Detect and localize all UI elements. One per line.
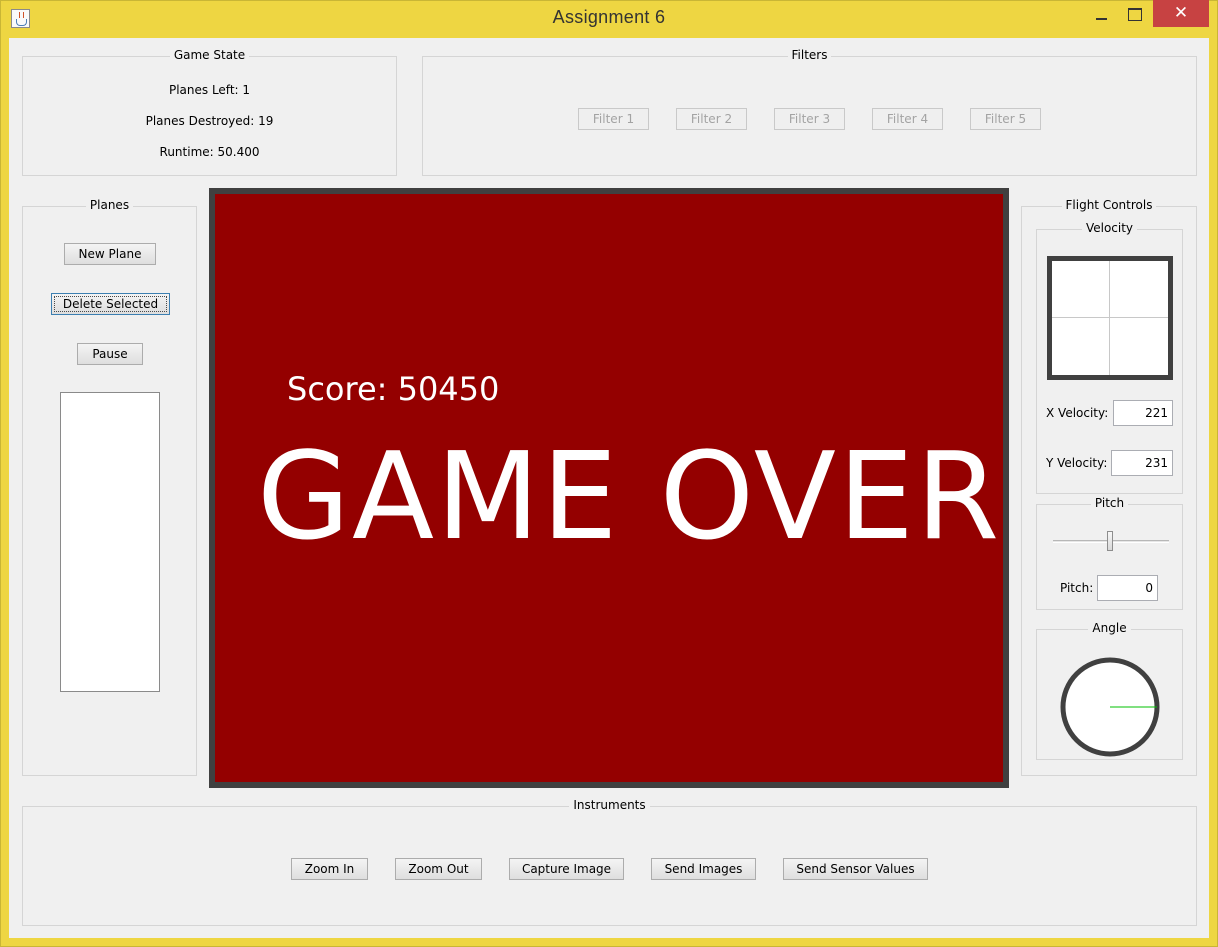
instruments-title: Instruments bbox=[569, 798, 650, 812]
delete-selected-button[interactable]: Delete Selected bbox=[51, 293, 170, 315]
flight-controls-title: Flight Controls bbox=[1061, 198, 1157, 212]
planes-panel: Planes New Plane Delete Selected Pause bbox=[22, 198, 197, 776]
maximize-button[interactable] bbox=[1120, 0, 1148, 27]
game-state-panel: Game State Planes Left: 1 Planes Destroy… bbox=[22, 48, 397, 176]
filter-5-button[interactable]: Filter 5 bbox=[970, 108, 1041, 130]
velocity-crosshair-v bbox=[1109, 261, 1110, 375]
velocity-panel: Velocity X Velocity: 221 Y Velocity: 231 bbox=[1036, 221, 1183, 494]
planes-destroyed-label: Planes Destroyed: 19 bbox=[145, 114, 274, 128]
minimize-icon bbox=[1096, 18, 1107, 20]
y-velocity-field[interactable]: 231 bbox=[1111, 450, 1173, 476]
pause-button[interactable]: Pause bbox=[77, 343, 143, 365]
filters-panel: Filters Filter 1 Filter 2 Filter 3 Filte… bbox=[422, 48, 1197, 176]
score-text: Score: 50450 bbox=[287, 370, 500, 408]
capture-image-button[interactable]: Capture Image bbox=[509, 858, 624, 880]
angle-title: Angle bbox=[1088, 621, 1131, 635]
filter-2-button[interactable]: Filter 2 bbox=[676, 108, 747, 130]
delete-selected-label: Delete Selected bbox=[62, 297, 159, 311]
runtime-label: Runtime: 50.400 bbox=[159, 145, 260, 159]
x-velocity-field[interactable]: 221 bbox=[1113, 400, 1173, 426]
angle-dial[interactable] bbox=[1059, 656, 1161, 758]
send-images-button[interactable]: Send Images bbox=[651, 858, 756, 880]
planes-title: Planes bbox=[85, 198, 134, 212]
close-button[interactable]: ✕ bbox=[1153, 0, 1209, 27]
game-over-text: GAME OVER bbox=[257, 428, 1002, 567]
velocity-pad[interactable] bbox=[1047, 256, 1173, 380]
maximize-icon bbox=[1128, 8, 1142, 21]
window-title: Assignment 6 bbox=[552, 7, 666, 27]
pitch-field[interactable]: 0 bbox=[1097, 575, 1158, 601]
filter-3-button[interactable]: Filter 3 bbox=[774, 108, 845, 130]
filters-title: Filters bbox=[787, 48, 832, 62]
new-plane-button[interactable]: New Plane bbox=[64, 243, 156, 265]
send-sensor-values-button[interactable]: Send Sensor Values bbox=[783, 858, 928, 880]
close-icon: ✕ bbox=[1173, 3, 1189, 23]
zoom-out-button[interactable]: Zoom Out bbox=[395, 858, 482, 880]
velocity-title: Velocity bbox=[1081, 221, 1138, 235]
game-state-title: Game State bbox=[169, 48, 250, 62]
y-velocity-label: Y Velocity: bbox=[1046, 456, 1108, 470]
minimize-button[interactable] bbox=[1087, 0, 1115, 27]
planes-left-label: Planes Left: 1 bbox=[168, 83, 251, 97]
instruments-panel: Instruments Zoom In Zoom Out Capture Ima… bbox=[22, 798, 1197, 926]
flight-controls-panel: Flight Controls Velocity X Velocity: 221… bbox=[1021, 198, 1197, 776]
zoom-in-button[interactable]: Zoom In bbox=[291, 858, 368, 880]
angle-panel: Angle bbox=[1036, 621, 1183, 760]
game-canvas[interactable]: Score: 50450 GAME OVER bbox=[209, 188, 1009, 788]
filter-4-button[interactable]: Filter 4 bbox=[872, 108, 943, 130]
planes-list[interactable] bbox=[60, 392, 160, 692]
pitch-title: Pitch bbox=[1090, 496, 1129, 510]
filter-1-button[interactable]: Filter 1 bbox=[578, 108, 649, 130]
x-velocity-label: X Velocity: bbox=[1046, 406, 1109, 420]
pitch-slider-thumb[interactable] bbox=[1107, 531, 1113, 551]
pitch-panel: Pitch Pitch: 0 bbox=[1036, 496, 1183, 610]
pitch-label: Pitch: bbox=[1060, 581, 1094, 595]
velocity-crosshair-h bbox=[1052, 317, 1168, 318]
